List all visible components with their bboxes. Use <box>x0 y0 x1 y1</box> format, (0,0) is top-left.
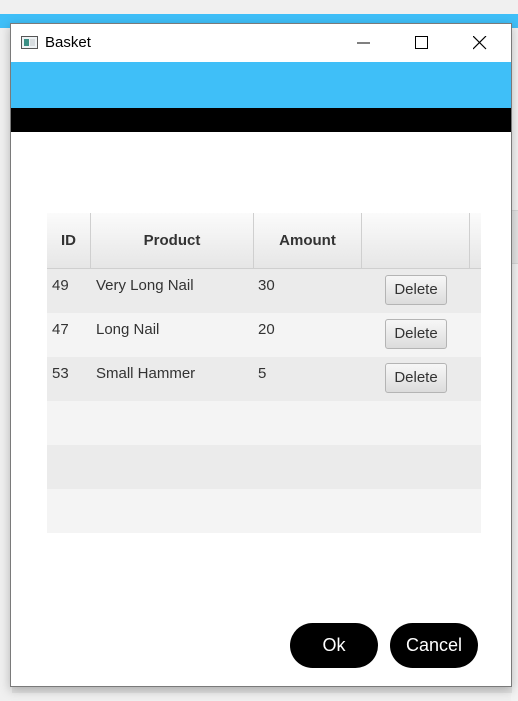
basket-dialog: Basket ID Product Amount 49 Very Long Na… <box>10 23 512 687</box>
column-header-action[interactable] <box>362 213 470 269</box>
column-header-product[interactable]: Product <box>91 213 254 269</box>
cell-amount: 20 <box>258 321 275 338</box>
cell-id: 49 <box>52 277 69 294</box>
cancel-button[interactable]: Cancel <box>390 623 478 668</box>
minimize-icon <box>357 42 370 44</box>
cell-amount: 30 <box>258 277 275 294</box>
basket-table: ID Product Amount 49 Very Long Nail 30 D… <box>47 213 481 533</box>
delete-button[interactable]: Delete <box>385 319 447 349</box>
cell-id: 47 <box>52 321 69 338</box>
ok-button[interactable]: Ok <box>290 623 378 668</box>
cell-id: 53 <box>52 365 69 382</box>
window-title: Basket <box>45 34 91 51</box>
close-icon <box>473 36 487 50</box>
header-bar <box>11 108 511 132</box>
delete-button[interactable]: Delete <box>385 363 447 393</box>
maximize-icon <box>415 36 428 49</box>
minimize-button[interactable] <box>341 24 387 62</box>
table-row[interactable]: 47 Long Nail 20 Delete <box>47 313 481 357</box>
background-stripe <box>511 210 518 264</box>
background-app-edge <box>511 28 518 701</box>
window-shadow <box>12 687 512 693</box>
maximize-button[interactable] <box>399 24 445 62</box>
table-header: ID Product Amount <box>47 213 481 269</box>
cell-product: Very Long Nail <box>96 277 194 294</box>
header-band <box>11 62 511 108</box>
column-header-id[interactable]: ID <box>47 213 91 269</box>
table-row[interactable]: 53 Small Hammer 5 Delete <box>47 357 481 401</box>
empty-row <box>47 401 481 445</box>
cell-product: Long Nail <box>96 321 160 338</box>
title-bar[interactable]: Basket <box>11 24 511 62</box>
column-header-amount[interactable]: Amount <box>254 213 362 269</box>
app-window-icon <box>21 36 38 49</box>
cell-product: Small Hammer <box>96 365 196 382</box>
cell-amount: 5 <box>258 365 267 382</box>
empty-row <box>47 445 481 489</box>
table-row[interactable]: 49 Very Long Nail 30 Delete <box>47 269 481 313</box>
close-button[interactable] <box>457 24 503 62</box>
empty-row <box>47 489 481 533</box>
column-header-filler <box>470 213 481 269</box>
delete-button[interactable]: Delete <box>385 275 447 305</box>
